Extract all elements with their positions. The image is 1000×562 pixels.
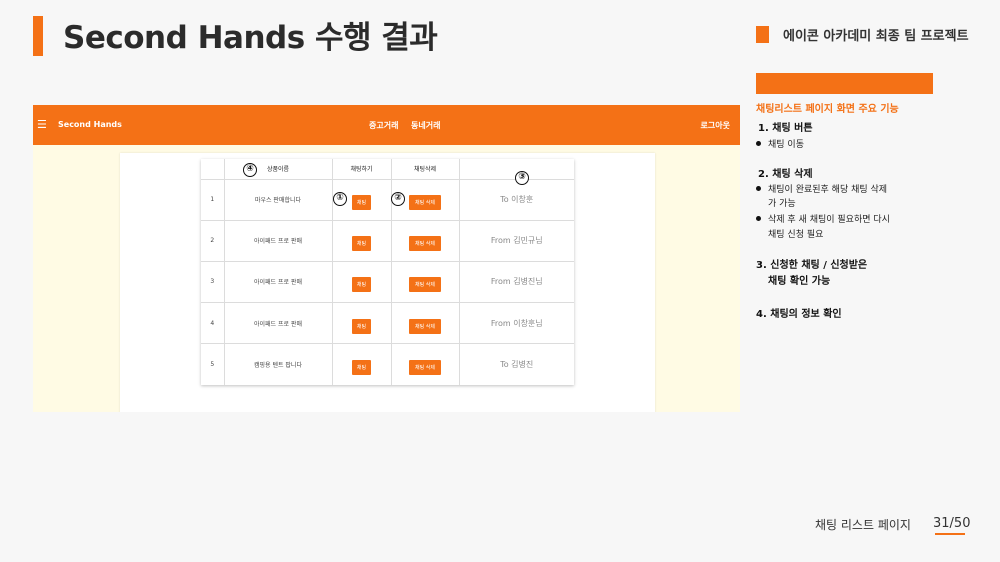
feature-1-title: 1. 채팅 버튼 [758,123,813,134]
chat-partner: To 이창훈 [459,179,574,221]
nav-link-local-trade[interactable]: 동네거래 [411,120,440,131]
annotation-marker-2: ② [391,192,405,206]
chat-partner: From 이창훈님 [459,302,574,345]
product-name: 아이패드 프로 판매 [224,220,333,262]
chat-button[interactable]: 채팅 [351,277,372,293]
feature-3-title-cont: 채팅 확인 가능 [768,276,831,287]
footer-page-label: 채팅 리스트 페이지 [815,518,911,532]
product-name: 아이패드 프로 판매 [224,302,333,345]
hamburger-menu-icon[interactable]: ☰ [37,118,47,131]
slide-title: Second Hands 수행 결과 [63,20,438,56]
product-name: 캠핑용 텐트 팝니다 [224,343,333,385]
product-name: 마우스 판매합니다 [224,179,333,221]
project-label: 에이콘 아카데미 최종 팀 프로젝트 [783,29,969,44]
header-product: 상품이름 [224,159,333,180]
chat-partner: From 김민규님 [459,220,574,262]
delete-chat-button[interactable]: 채팅 삭제 [409,236,441,252]
logout-link[interactable]: 로그아웃 [701,120,730,131]
table-row: 3 아이패드 프로 판매 채팅 채팅 삭제 From 김병진님 [201,261,574,304]
chat-partner: To 김병진 [500,360,534,370]
project-accent-square [756,26,769,43]
annotation-marker-3: ③ [515,171,529,185]
row-number: 1 [201,179,225,221]
row-number: 5 [201,343,225,385]
chat-partner: From 김병진님 [459,261,574,304]
feature-4-title: 4. 채팅의 정보 확인 [756,309,842,320]
delete-chat-button[interactable]: 채팅 삭제 [409,195,441,211]
table-row: 4 아이패드 프로 판매 채팅 채팅 삭제 From 이창훈님 [201,302,574,345]
chat-button[interactable]: 채팅 [351,318,372,334]
row-number: 3 [201,261,225,304]
features-heading: 채팅리스트 페이지 화면 주요 기능 [756,104,899,115]
chat-list-table: 상품이름 채팅하기 채팅삭제 1 마우스 판매합니다 채팅 채팅 삭제 To 이… [201,159,574,385]
chat-button[interactable]: 채팅 [351,360,372,376]
features-accent-bar [756,73,933,94]
delete-chat-button[interactable]: 채팅 삭제 [409,277,441,293]
table-row: 2 아이패드 프로 판매 채팅 채팅 삭제 From 김민규님 [201,220,574,262]
feature-1-bullet: 채팅 이동 [756,137,804,150]
feature-2-bullet-1-cont: 가 가능 [768,199,796,209]
feature-2-bullet-2-cont: 채팅 신청 필요 [768,230,824,240]
feature-2-bullet-1: 채팅이 완료된후 해당 채팅 삭제 [755,182,887,195]
title-accent-bar [33,16,43,56]
header-delete: 채팅삭제 [391,159,460,180]
product-name: 아이패드 프로 판매 [224,261,333,304]
annotation-marker-4: ④ [243,163,257,177]
row-number: 4 [201,302,225,345]
brand-logo[interactable]: Second Hands [58,120,122,129]
chat-button[interactable]: 채팅 [351,195,372,211]
nav-link-used-trade[interactable]: 중고거래 [369,120,398,131]
table-row: 1 마우스 판매합니다 채팅 채팅 삭제 To 이창훈 [201,179,574,221]
page-number-underline [935,533,965,535]
content-panel: 상품이름 채팅하기 채팅삭제 1 마우스 판매합니다 채팅 채팅 삭제 To 이… [120,153,655,412]
feature-2-bullet-2: 삭제 후 새 채팅이 필요하면 다시 [756,212,890,225]
app-screenshot: ☰ Second Hands 중고거래 동네거래 로그아웃 상품이름 채팅하기 … [33,105,740,412]
delete-chat-button[interactable]: 채팅 삭제 [409,360,441,376]
row-number: 2 [201,220,225,262]
chat-list-table-card: 상품이름 채팅하기 채팅삭제 1 마우스 판매합니다 채팅 채팅 삭제 To 이… [201,159,574,385]
app-navbar: ☰ Second Hands 중고거래 동네거래 로그아웃 [33,105,740,145]
header-no [201,159,225,180]
feature-2-title: 2. 채팅 삭제 [758,169,813,180]
annotation-marker-1: ① [333,192,347,206]
delete-chat-button[interactable]: 채팅 삭제 [409,318,441,334]
table-row: 5 캠핑용 텐트 팝니다 채팅 채팅 삭제 To 김병진 [201,343,574,385]
feature-3-title: 3. 신청한 채팅 / 신청받은 [756,260,868,271]
chat-button[interactable]: 채팅 [351,236,372,252]
header-chat: 채팅하기 [332,159,392,180]
page-number: 31/50 [933,516,971,531]
